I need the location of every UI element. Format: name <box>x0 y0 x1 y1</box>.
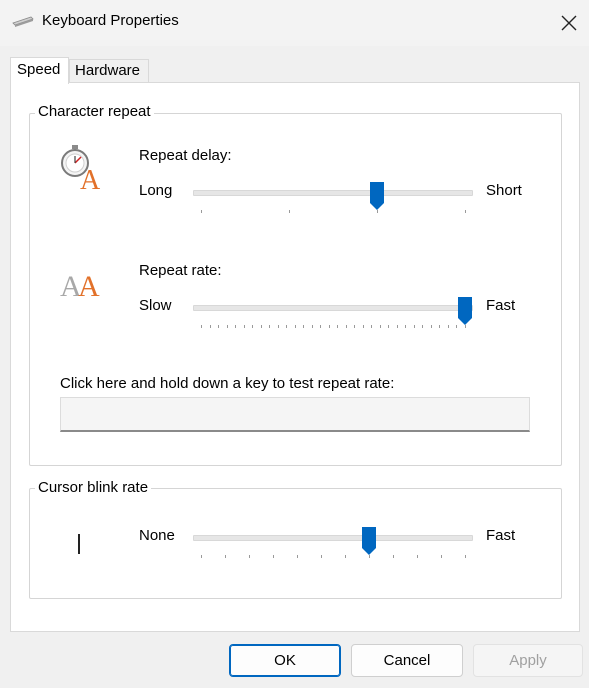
slider-tick <box>273 555 274 558</box>
tab-speed[interactable]: Speed <box>10 57 69 84</box>
slider-tick <box>297 555 298 558</box>
slider-tick <box>417 555 418 558</box>
svg-text:A: A <box>80 165 101 191</box>
cursor-preview-icon <box>78 534 80 554</box>
slider-tick <box>430 325 432 328</box>
slider-tick <box>465 210 466 213</box>
slider-tick <box>201 555 202 558</box>
slider-tick <box>337 325 339 328</box>
slider-tick <box>362 325 364 328</box>
character-repeat-group-label: Character repeat <box>35 103 154 120</box>
double-letter-a-icon: A A <box>60 270 100 300</box>
repeat-rate-label: Repeat rate: <box>139 262 222 279</box>
slider-tick <box>218 325 220 328</box>
test-repeat-input[interactable] <box>60 397 530 432</box>
stopwatch-letter-a-icon: A <box>61 145 101 191</box>
repeat-delay-slider[interactable] <box>193 190 473 196</box>
slider-tick <box>225 555 226 558</box>
keyboard-icon <box>12 16 34 27</box>
slider-tick <box>269 325 271 328</box>
slider-tick <box>413 325 415 328</box>
repeat-rate-slider[interactable] <box>193 305 473 311</box>
close-icon <box>561 15 577 31</box>
repeat-rate-slider-thumb[interactable] <box>457 296 473 326</box>
slider-tick <box>328 325 330 328</box>
svg-text:A: A <box>78 270 100 300</box>
repeat-delay-slider-thumb[interactable] <box>369 181 385 211</box>
cursor-blink-min-label: None <box>139 527 175 544</box>
tab-hardware[interactable]: Hardware <box>69 59 149 83</box>
slider-tick <box>345 555 346 558</box>
cursor-blink-group <box>29 488 562 599</box>
title-bar: Keyboard Properties <box>0 0 589 46</box>
repeat-rate-min-label: Slow <box>139 297 172 314</box>
tab-hardware-label: Hardware <box>75 62 141 79</box>
cursor-blink-slider[interactable] <box>193 535 473 541</box>
close-button[interactable] <box>552 6 586 40</box>
slider-tick <box>226 325 228 328</box>
slider-tick <box>289 210 290 213</box>
slider-tick <box>252 325 254 328</box>
slider-tick <box>243 325 245 328</box>
repeat-delay-min-label: Long <box>139 182 173 199</box>
slider-tick <box>379 325 381 328</box>
cancel-button[interactable]: Cancel <box>351 644 463 677</box>
repeat-delay-label: Repeat delay: <box>139 147 232 164</box>
slider-tick <box>447 325 449 328</box>
slider-tick <box>371 325 373 328</box>
window-title: Keyboard Properties <box>42 12 179 29</box>
slider-tick <box>286 325 288 328</box>
slider-tick <box>294 325 296 328</box>
slider-tick <box>303 325 305 328</box>
ok-button[interactable]: OK <box>229 644 341 677</box>
slider-tick <box>235 325 237 328</box>
slider-tick <box>249 555 250 558</box>
repeat-delay-max-label: Short <box>486 182 522 199</box>
slider-tick <box>321 555 322 558</box>
slider-tick <box>311 325 313 328</box>
slider-tick <box>441 555 442 558</box>
slider-tick <box>201 325 202 328</box>
slider-tick <box>345 325 347 328</box>
slider-tick <box>209 325 211 328</box>
cursor-blink-max-label: Fast <box>486 527 516 544</box>
slider-tick <box>405 325 407 328</box>
slider-tick <box>354 325 356 328</box>
slider-tick <box>393 555 394 558</box>
slider-tick <box>320 325 322 328</box>
slider-tick <box>277 325 279 328</box>
slider-tick <box>201 210 202 213</box>
tab-speed-label: Speed <box>17 61 61 78</box>
slider-tick <box>422 325 424 328</box>
cursor-blink-group-label: Cursor blink rate <box>35 479 152 496</box>
slider-tick <box>260 325 262 328</box>
keyboard-properties-dialog: Keyboard Properties Speed Hardware Chara… <box>0 0 589 688</box>
slider-tick <box>465 555 466 558</box>
apply-button[interactable]: Apply <box>473 644 583 677</box>
cursor-blink-slider-thumb[interactable] <box>361 526 377 556</box>
repeat-rate-max-label: Fast <box>486 297 516 314</box>
slider-tick <box>439 325 441 328</box>
slider-tick <box>396 325 398 328</box>
test-repeat-label: Click here and hold down a key to test r… <box>60 375 395 392</box>
slider-tick <box>388 325 390 328</box>
